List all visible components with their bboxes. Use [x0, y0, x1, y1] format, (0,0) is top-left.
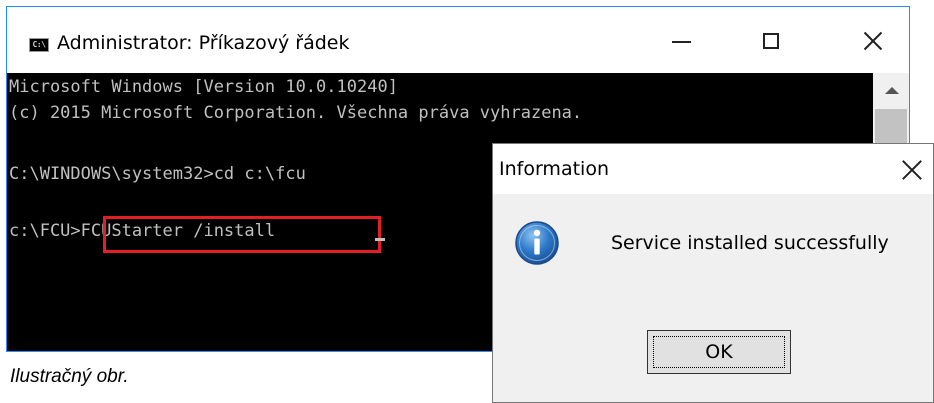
console-line: C:\WINDOWS\system32>cd c:\fcu	[9, 164, 306, 184]
cmd-app-icon[interactable]: C:\	[29, 38, 49, 52]
text-cursor	[375, 238, 385, 241]
console-line: Microsoft Windows [Version 10.0.10240]	[9, 77, 398, 97]
cmd-window-title: Administrator: Příkazový řádek	[57, 32, 350, 54]
dialog-close-icon[interactable]	[901, 159, 923, 181]
ok-label: OK	[705, 341, 733, 363]
maximize-button[interactable]	[741, 7, 801, 73]
info-icon	[515, 221, 559, 265]
command-highlight	[103, 216, 381, 253]
ok-button[interactable]: OK	[647, 330, 791, 374]
scroll-up-icon[interactable]	[885, 87, 899, 94]
info-message: Service installed successfully	[611, 232, 889, 254]
maximize-icon	[763, 33, 779, 49]
close-icon	[863, 31, 883, 51]
cmd-titlebar[interactable]: C:\ Administrator: Příkazový řádek	[7, 7, 909, 73]
minimize-button[interactable]	[651, 7, 711, 73]
close-button[interactable]	[843, 7, 903, 73]
info-dialog: Information Service installed successful…	[492, 143, 934, 403]
figure-caption: Ilustračný obr.	[10, 366, 129, 387]
info-dialog-titlebar[interactable]: Information	[493, 144, 933, 194]
console-line: (c) 2015 Microsoft Corporation. Všechna …	[9, 103, 583, 123]
minimize-icon	[671, 41, 691, 43]
info-dialog-title: Information	[499, 158, 609, 180]
